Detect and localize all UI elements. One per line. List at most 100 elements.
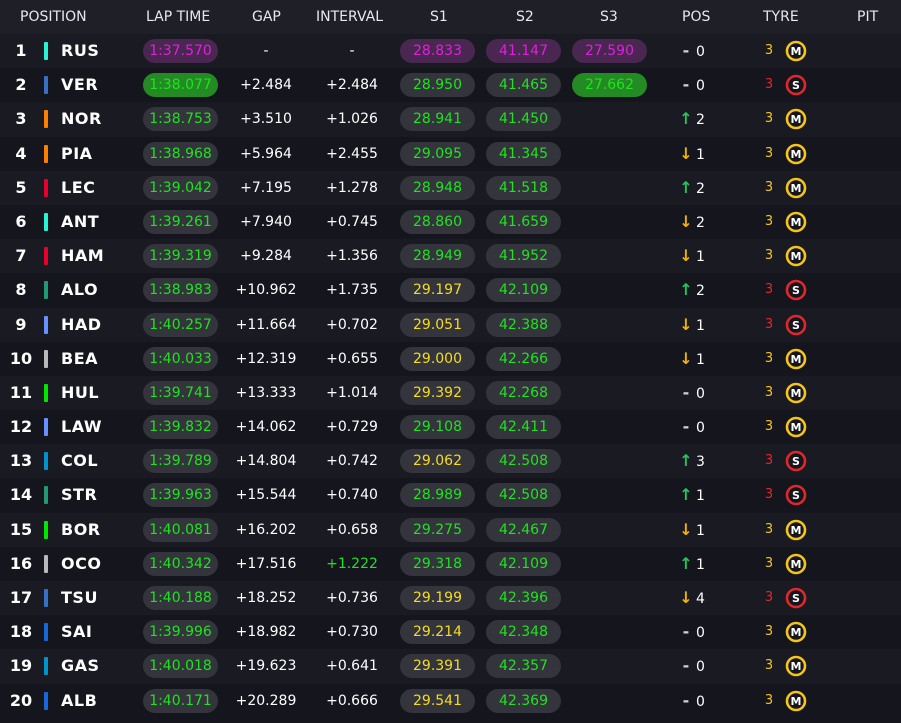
table-row[interactable]: 2 VER 1:38.077 28.950 41.465 27.662 +2.484 +2.4…	[0, 68, 901, 103]
arrow-up-icon: ↑	[679, 485, 693, 505]
table-row[interactable]: 9 HAD 1:40.257 29.051 42.388 +11.664 +0.702 ↓ 1 3…	[0, 307, 901, 342]
lap-time: 1:39.963	[143, 483, 218, 508]
arrow-down-icon: ↓	[679, 519, 693, 539]
table-row[interactable]: 15 BOR 1:40.081 29.275 42.467 +16.202 +0.658 ↓ 1…	[0, 512, 901, 547]
lap-time: 1:39.319	[143, 244, 218, 269]
driver-code[interactable]: BOR	[61, 513, 101, 547]
header-s2[interactable]: S2	[516, 9, 534, 25]
driver-code[interactable]: HAD	[61, 308, 102, 342]
sector-2-time: 42.508	[486, 483, 561, 508]
lap-time: 1:39.832	[143, 415, 218, 440]
driver-code[interactable]: LEC	[61, 171, 95, 205]
position-number: 10	[9, 348, 33, 368]
table-row[interactable]: 1 RUS 1:37.570 28.833 41.147 27.590- - -0 3 M	[0, 34, 901, 69]
driver-code[interactable]: LAW	[61, 410, 102, 444]
driver-code[interactable]: VER	[61, 68, 98, 102]
driver-code[interactable]: ANT	[61, 205, 99, 239]
header-gap[interactable]: GAP	[252, 9, 281, 25]
position-number: 13	[9, 451, 33, 471]
header-s3[interactable]: S3	[600, 9, 618, 25]
position-change: ↑ 1	[676, 478, 726, 512]
soft-tyre-icon: S	[785, 587, 807, 609]
header-pit[interactable]: PIT	[857, 9, 878, 25]
sector-2-time: 42.411	[486, 415, 561, 440]
driver-code[interactable]: GAS	[61, 649, 100, 683]
gap-value: +10.962	[235, 282, 297, 299]
interval-value: +2.484	[326, 77, 378, 94]
medium-tyre-icon: M	[785, 245, 807, 267]
position-number: 17	[9, 588, 33, 607]
lap-time: 1:39.996	[143, 620, 218, 645]
driver-code[interactable]: STR	[61, 478, 97, 512]
medium-tyre-icon: M	[785, 348, 807, 369]
position-change-count: 2	[696, 180, 705, 197]
driver-code[interactable]: TSU	[61, 581, 98, 615]
team-color-bar	[44, 247, 48, 266]
sector-1-time: 28.949	[400, 244, 475, 269]
driver-code[interactable]: BEA	[61, 342, 98, 376]
header-lap-time[interactable]: LAP TIME	[146, 9, 210, 25]
header-pos[interactable]: POS	[682, 9, 710, 25]
no-change-dash-icon: -	[682, 622, 690, 642]
driver-code[interactable]: HUL	[61, 376, 99, 410]
header-tyre[interactable]: TYRE	[763, 9, 799, 25]
header-s1[interactable]: S1	[430, 9, 448, 25]
table-row[interactable]: 19 GAS 1:40.018 29.391 42.357 +19.623 +0.641 -0…	[0, 649, 901, 684]
interval-value: +1.735	[326, 282, 378, 299]
driver-code[interactable]: ALB	[61, 684, 97, 718]
sector-2-time: 41.465	[486, 73, 561, 98]
table-row[interactable]: 11 HUL 1:39.741 29.392 42.268 +13.333 +1.014 -0…	[0, 375, 901, 411]
table-row[interactable]: 13 COL 1:39.789 29.062 42.508 +14.804 +0.742 ↑ 3…	[0, 444, 901, 479]
driver-code[interactable]: NOR	[61, 102, 102, 136]
table-row[interactable]: 7 HAM 1:39.319 28.949 41.952 +9.284 +1.356 ↓ 1 3 M	[0, 239, 901, 274]
table-row[interactable]: 16 OCO 1:40.342 29.318 42.109 +17.516 +1.222 ↑ 1…	[0, 546, 901, 581]
position-change: ↓ 1	[676, 137, 726, 171]
header-interval[interactable]: INTERVAL	[316, 9, 383, 25]
table-row[interactable]: 10 BEA 1:40.033 29.000 42.266 +12.319 +0.655 ↓ 1…	[0, 341, 901, 376]
table-row[interactable]: 5 LEC 1:39.042 28.948 41.518 +7.195 +1.278 ↑ 2 3 M	[0, 170, 901, 205]
table-row[interactable]: 8 ALO 1:38.983 29.197 42.109 +10.962 +1.735 ↑ 2 3…	[0, 273, 901, 308]
gap-value: +18.982	[235, 624, 297, 641]
driver-code[interactable]: ALO	[61, 273, 98, 307]
tyre-age: 3	[764, 179, 774, 195]
gap-value: +2.484	[240, 77, 292, 94]
table-row[interactable]: 17 TSU 1:40.188 29.199 42.396 +18.252 +0.736 ↓ 4…	[0, 581, 901, 616]
driver-code[interactable]: PIA	[61, 137, 93, 171]
sector-1-time: 29.197	[400, 278, 475, 303]
gap-value: +17.516	[235, 555, 297, 572]
interval-value: -	[349, 43, 355, 59]
driver-code[interactable]: SAI	[61, 615, 92, 649]
table-row[interactable]: 14 STR 1:39.963 28.989 42.508 +15.544 +0.740 ↑ 1…	[0, 478, 901, 513]
position-number: 7	[15, 246, 27, 266]
position-change: -0	[676, 649, 726, 683]
interval-value: +0.740	[326, 487, 378, 504]
sector-2-time: 42.357	[486, 654, 561, 679]
gap-value: +14.062	[235, 419, 297, 436]
position-change-count: 1	[696, 522, 705, 539]
table-row[interactable]: 18 SAI 1:39.996 29.214 42.348 +18.982 +0.730 -0…	[0, 615, 901, 650]
table-row[interactable]: 20 ALB 1:40.171 29.541 42.369 +20.289 +0.666 -0…	[0, 683, 901, 718]
driver-code[interactable]: OCO	[61, 547, 101, 581]
interval-value: +0.702	[326, 316, 378, 333]
table-row[interactable]: 6 ANT 1:39.261 28.860 41.659 +7.940 +0.745 ↓ 2 3 M	[0, 204, 901, 240]
table-row[interactable]: 4 PIA 1:38.968 29.095 41.345 +5.964 +2.455 ↓ 1 3 M	[0, 136, 901, 171]
table-row[interactable]: 3 NOR 1:38.753 28.941 41.450 +3.510 +1.026 ↑ 2 3 M	[0, 102, 901, 137]
arrow-down-icon: ↓	[679, 588, 693, 607]
tyre-age: 3	[764, 692, 774, 708]
arrow-up-icon: ↑	[679, 280, 693, 300]
driver-code[interactable]: RUS	[61, 34, 99, 68]
gap-value: -	[263, 43, 269, 59]
position-change: ↑ 2	[676, 273, 726, 307]
position-change: -0	[676, 34, 726, 68]
soft-tyre-icon: S	[785, 314, 807, 335]
driver-code[interactable]: COL	[61, 444, 98, 478]
header-position[interactable]: POSITION	[20, 9, 87, 25]
arrow-down-icon: ↓	[679, 211, 693, 231]
driver-rows: 1 RUS 1:37.570 28.833 41.147 27.590- - -0 3 M 2 VER…	[0, 34, 901, 718]
driver-code[interactable]: HAM	[61, 239, 104, 273]
sector-2-time: 42.109	[486, 278, 561, 303]
arrow-up-icon: ↑	[679, 553, 693, 573]
table-row[interactable]: 12 LAW 1:39.832 29.108 42.411 +14.062 +0.729 -0…	[0, 410, 901, 445]
sector-2-time: 41.147	[486, 39, 561, 63]
arrow-up-icon: ↑	[679, 177, 693, 197]
